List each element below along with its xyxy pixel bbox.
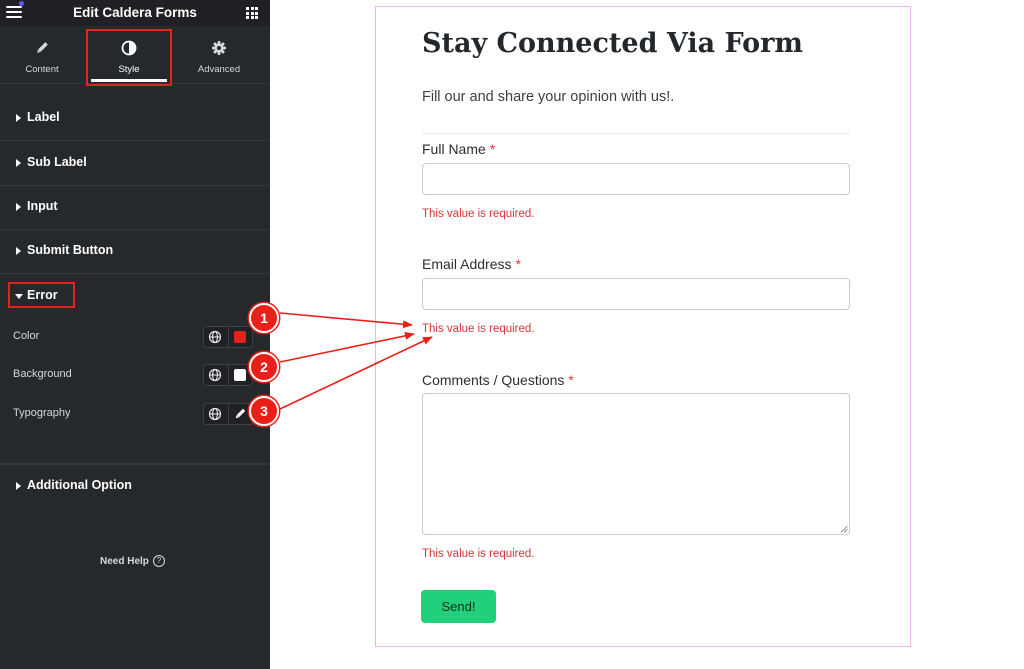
comments-label-text: Comments / Questions	[422, 372, 565, 388]
caret-right-icon	[16, 482, 21, 490]
tab-content-label: Content	[25, 64, 59, 75]
email-error: This value is required.	[422, 323, 535, 335]
error-background-label: Background	[13, 368, 72, 380]
section-additional-option[interactable]: Additional Option	[0, 464, 270, 508]
editor-panel: Edit Caldera Forms Content Style Advance…	[0, 0, 284, 669]
pencil-icon	[37, 42, 48, 53]
error-background-control: Background	[0, 364, 270, 386]
error-color-picker[interactable]	[203, 326, 253, 348]
background-swatch[interactable]	[234, 369, 246, 381]
comments-error: This value is required.	[422, 548, 535, 560]
form-title: Stay Connected Via Form	[422, 28, 803, 59]
gear-icon	[212, 41, 226, 55]
caret-down-icon	[15, 294, 23, 299]
form-divider	[422, 133, 850, 134]
full-name-label: Full Name *	[422, 141, 495, 157]
control-separator	[228, 404, 229, 424]
section-input[interactable]: Input	[0, 186, 270, 230]
control-separator	[228, 365, 229, 385]
full-name-error: This value is required.	[422, 208, 535, 220]
email-input[interactable]	[422, 278, 850, 310]
half-circle-icon	[121, 40, 137, 56]
panel-tabs: Content Style Advanced	[0, 26, 270, 84]
apps-grid-icon[interactable]	[246, 7, 258, 19]
section-error-title: Error	[27, 288, 58, 302]
required-mark: *	[515, 256, 521, 272]
send-button[interactable]: Send!	[421, 590, 496, 623]
error-color-control: Color	[0, 326, 270, 348]
required-mark: *	[568, 372, 574, 388]
caret-right-icon	[16, 159, 21, 167]
full-name-label-text: Full Name	[422, 141, 486, 157]
section-sub-label[interactable]: Sub Label	[0, 142, 270, 186]
globe-icon[interactable]	[208, 330, 222, 344]
resize-grip-icon[interactable]	[840, 525, 848, 533]
screen: Edit Caldera Forms Content Style Advance…	[0, 0, 1024, 669]
section-label[interactable]: Label	[0, 97, 270, 141]
full-name-input[interactable]	[422, 163, 850, 195]
section-submit-button-title: Submit Button	[27, 243, 114, 257]
caret-right-icon	[16, 247, 21, 255]
color-swatch[interactable]	[234, 331, 246, 343]
annotation-badge-3: 3	[249, 396, 279, 426]
need-help-link[interactable]: Need Help	[100, 556, 149, 567]
error-typography-editor[interactable]	[203, 403, 253, 425]
panel-header: Edit Caldera Forms	[0, 0, 270, 26]
error-typography-control: Typography	[0, 403, 270, 425]
tab-advanced-label: Advanced	[197, 64, 241, 75]
tab-content[interactable]: Content	[0, 26, 84, 84]
caret-right-icon	[16, 114, 21, 122]
tab-style-label: Style	[118, 64, 140, 75]
annotation-badge-2: 2	[249, 352, 279, 382]
tab-style[interactable]: Style	[87, 26, 171, 84]
tab-advanced[interactable]: Advanced	[177, 26, 261, 84]
globe-icon[interactable]	[208, 368, 222, 382]
panel-title: Edit Caldera Forms	[73, 5, 197, 20]
question-circle-icon[interactable]: ?	[153, 555, 165, 567]
form-subtitle: Fill our and share your opinion with us!…	[422, 89, 675, 105]
section-label-title: Label	[27, 110, 60, 124]
error-typography-label: Typography	[13, 407, 71, 419]
section-input-title: Input	[27, 199, 58, 213]
error-color-label: Color	[13, 330, 40, 342]
section-additional-option-title: Additional Option	[27, 478, 132, 492]
email-label: Email Address *	[422, 256, 521, 272]
pencil-icon[interactable]	[233, 407, 247, 421]
section-submit-button[interactable]: Submit Button	[0, 230, 270, 274]
section-sub-label-title: Sub Label	[27, 155, 87, 169]
globe-icon[interactable]	[208, 407, 222, 421]
email-label-text: Email Address	[422, 256, 512, 272]
error-background-picker[interactable]	[203, 364, 253, 386]
comments-label: Comments / Questions *	[422, 372, 574, 388]
annotation-badge-1: 1	[249, 303, 279, 333]
caret-right-icon	[16, 203, 21, 211]
comments-textarea[interactable]	[422, 393, 850, 535]
active-tab-indicator	[91, 79, 167, 82]
control-separator	[228, 327, 229, 347]
required-mark: *	[489, 141, 496, 157]
